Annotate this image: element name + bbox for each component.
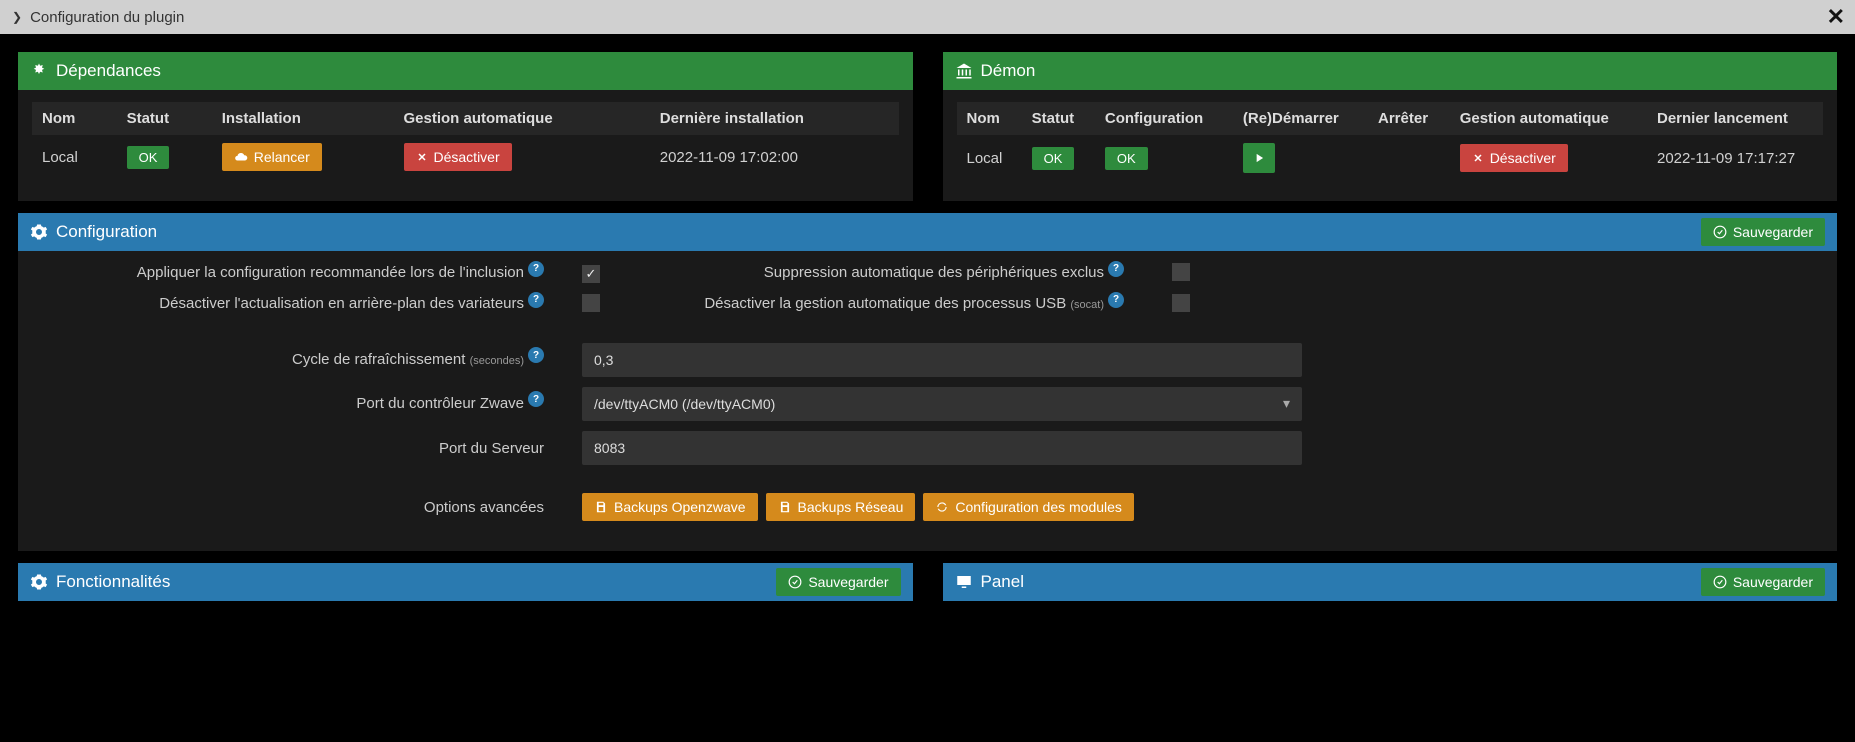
daemon-header: Démon — [943, 52, 1838, 90]
refresh-icon — [935, 500, 949, 514]
label-server-port: Port du Serveur — [439, 440, 544, 457]
disable-auto-daemon-button[interactable]: Désactiver — [1460, 144, 1568, 172]
col-status: Statut — [117, 102, 212, 135]
daemon-table: Nom Statut Configuration (Re)Démarrer Ar… — [957, 102, 1824, 181]
dep-last: 2022-11-09 17:02:00 — [650, 135, 899, 179]
disable-auto-button[interactable]: Désactiver — [404, 143, 512, 171]
label-refresh: Cycle de rafraîchissement — [292, 351, 470, 368]
close-icon[interactable]: ✕ — [1827, 4, 1845, 30]
col-config: Configuration — [1095, 102, 1233, 135]
chevron-right-icon: ❯ — [12, 10, 22, 24]
help-icon[interactable]: ? — [528, 391, 544, 407]
status-badge: OK — [127, 146, 170, 169]
col-name: Nom — [957, 102, 1022, 135]
config-modules-button[interactable]: Configuration des modules — [923, 493, 1134, 521]
help-icon[interactable]: ? — [1108, 292, 1124, 308]
col-name: Nom — [32, 102, 117, 135]
checkbox-apply-reco[interactable] — [582, 265, 600, 283]
save-icon — [778, 500, 792, 514]
col-status: Statut — [1022, 102, 1095, 135]
save-configuration-button[interactable]: Sauvegarder — [1701, 218, 1825, 246]
checkbox-suppress-excl[interactable] — [1172, 263, 1190, 281]
page-title: Configuration du plugin — [30, 9, 184, 26]
status-badge: OK — [1032, 147, 1075, 170]
col-auto: Gestion automatique — [1450, 102, 1647, 135]
zwave-port-select[interactable]: /dev/ttyACM0 (/dev/ttyACM0) — [582, 387, 1302, 421]
col-last: Dernier lancement — [1647, 102, 1823, 135]
check-circle-icon — [788, 575, 802, 589]
label-advanced: Options avancées — [424, 499, 544, 516]
label-disable-bg: Désactiver l'actualisation en arrière-pl… — [159, 295, 524, 312]
save-icon — [594, 500, 608, 514]
check-circle-icon — [1713, 225, 1727, 239]
institution-icon — [955, 62, 973, 80]
daemon-title: Démon — [981, 61, 1036, 81]
label-zwave-port: Port du contrôleur Zwave — [356, 395, 524, 412]
topbar: ❯ Configuration du plugin ✕ — [0, 0, 1855, 34]
panel-title: Panel — [981, 572, 1024, 592]
relaunch-button[interactable]: Relancer — [222, 143, 322, 171]
checkbox-disable-usb[interactable] — [1172, 294, 1190, 312]
features-header: Fonctionnalités Sauvegarder — [18, 563, 913, 601]
gear-icon — [30, 573, 48, 591]
configuration-header: Configuration Sauvegarder — [18, 213, 1837, 251]
features-title: Fonctionnalités — [56, 572, 170, 592]
col-restart: (Re)Démarrer — [1233, 102, 1368, 135]
dependencies-header: Dépendances — [18, 52, 913, 90]
table-row: Local OK OK Désactiver — [957, 135, 1824, 181]
label-suppress-excl: Suppression automatique des périphérique… — [764, 264, 1104, 281]
panel-panel: Panel Sauvegarder — [943, 563, 1838, 601]
col-stop: Arrêter — [1368, 102, 1450, 135]
desktop-icon — [955, 573, 973, 591]
server-port-input[interactable] — [582, 431, 1302, 465]
gears-icon — [30, 223, 48, 241]
config-badge: OK — [1105, 147, 1148, 170]
check-circle-icon — [1713, 575, 1727, 589]
label-apply-reco: Appliquer la configuration recommandée l… — [137, 264, 524, 281]
daemon-panel: Démon Nom Statut Configuration (Re)Démar… — [943, 52, 1838, 201]
table-row: Local OK Relancer Désactiver — [32, 135, 899, 179]
help-icon[interactable]: ? — [1108, 261, 1124, 277]
save-panel-button[interactable]: Sauvegarder — [1701, 568, 1825, 596]
col-last: Dernière installation — [650, 102, 899, 135]
dependencies-table: Nom Statut Installation Gestion automati… — [32, 102, 899, 179]
restart-button[interactable] — [1243, 143, 1275, 173]
refresh-input[interactable] — [582, 343, 1302, 377]
daemon-last: 2022-11-09 17:17:27 — [1647, 135, 1823, 181]
help-icon[interactable]: ? — [528, 292, 544, 308]
play-icon — [1252, 151, 1266, 165]
panel-header: Panel Sauvegarder — [943, 563, 1838, 601]
features-panel: Fonctionnalités Sauvegarder — [18, 563, 913, 601]
cloud-refresh-icon — [234, 150, 248, 164]
cog-burst-icon — [30, 62, 48, 80]
col-install: Installation — [212, 102, 394, 135]
configuration-panel: Configuration Sauvegarder Appliquer la c… — [18, 213, 1837, 551]
checkbox-disable-bg[interactable] — [582, 294, 600, 312]
x-icon — [1472, 152, 1484, 164]
help-icon[interactable]: ? — [528, 347, 544, 363]
help-icon[interactable]: ? — [528, 261, 544, 277]
save-features-button[interactable]: Sauvegarder — [776, 568, 900, 596]
col-auto: Gestion automatique — [394, 102, 650, 135]
dependencies-title: Dépendances — [56, 61, 161, 81]
backups-network-button[interactable]: Backups Réseau — [766, 493, 916, 521]
x-icon — [416, 151, 428, 163]
configuration-title: Configuration — [56, 222, 157, 242]
backups-openzwave-button[interactable]: Backups Openzwave — [582, 493, 758, 521]
label-disable-usb: Désactiver la gestion automatique des pr… — [704, 295, 1070, 312]
daemon-name: Local — [957, 135, 1022, 181]
dep-name: Local — [32, 135, 117, 179]
dependencies-panel: Dépendances Nom Statut Installation Gest… — [18, 52, 913, 201]
